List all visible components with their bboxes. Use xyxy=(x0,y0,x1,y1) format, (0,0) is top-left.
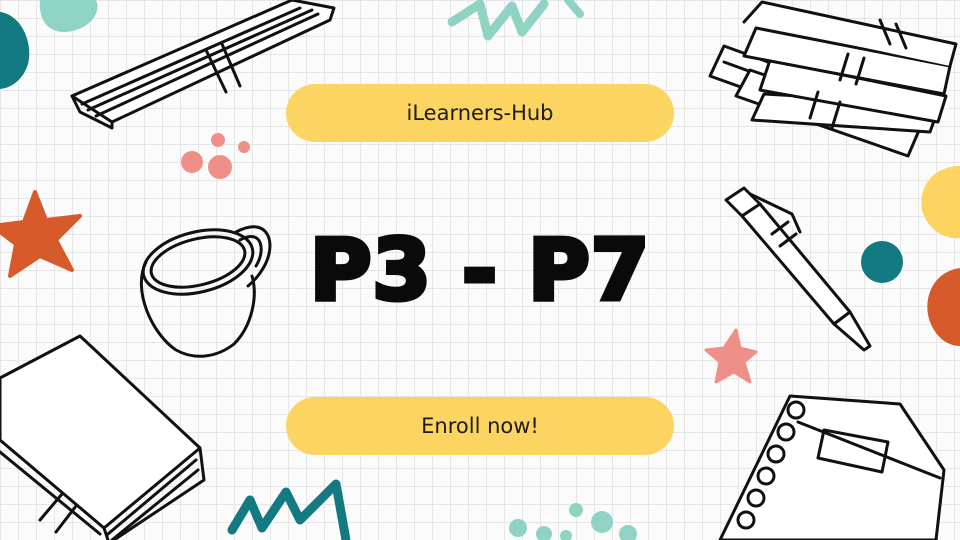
banner-canvas: iLearners-Hub P3 - P7 Enroll now! xyxy=(0,0,960,540)
grade-range-headline: P3 - P7 xyxy=(307,219,651,322)
top-mint-fleck-icon xyxy=(564,0,584,18)
yellow-blob-icon xyxy=(921,166,960,239)
large-book-icon xyxy=(0,334,206,540)
book-stack-icon xyxy=(708,0,958,158)
spiral-notebook-icon xyxy=(718,394,946,540)
orange-blob-icon xyxy=(927,268,960,346)
coffee-mug-icon xyxy=(140,225,272,358)
teal-blob-icon xyxy=(0,11,30,89)
mint-blob-icon xyxy=(39,0,98,33)
brand-label: iLearners-Hub xyxy=(406,101,554,125)
salmon-star-icon xyxy=(704,328,758,384)
orange-star-icon xyxy=(0,190,82,278)
mint-dots-icon xyxy=(509,503,637,540)
enroll-button-label: Enroll now! xyxy=(421,414,539,438)
teal-dot-icon xyxy=(861,241,903,283)
brand-pill: iLearners-Hub xyxy=(286,84,674,142)
top-scribble-icon xyxy=(447,0,549,41)
pen-icon xyxy=(724,186,872,352)
enroll-button[interactable]: Enroll now! xyxy=(286,397,674,455)
salmon-dots-icon xyxy=(181,133,250,179)
bottom-scribble-icon xyxy=(227,479,351,540)
